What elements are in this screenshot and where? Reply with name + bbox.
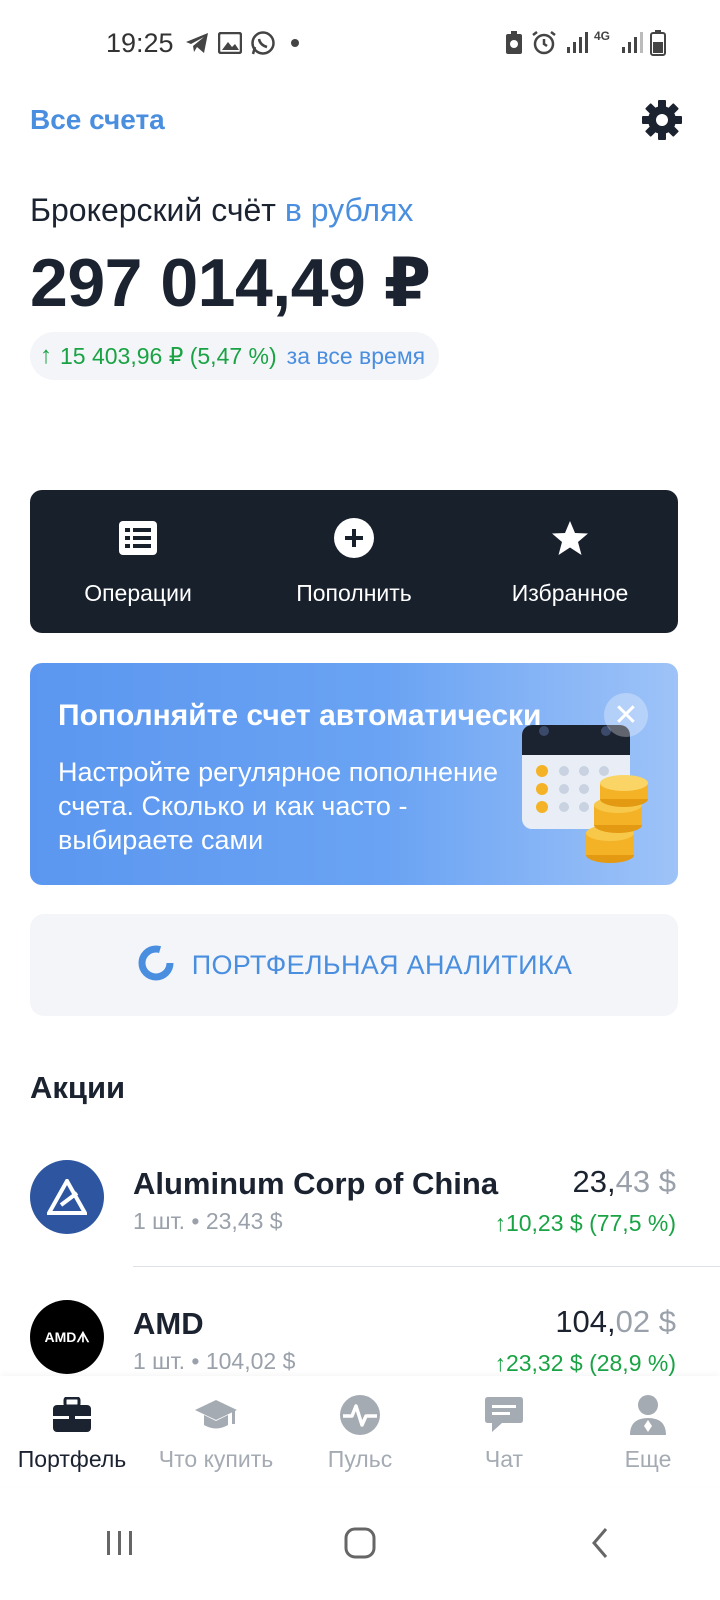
portfolio-analytics-button[interactable]: ПОРТФЕЛЬНАЯ АНАЛИТИКА [30, 914, 678, 1016]
gallery-icon [218, 30, 242, 56]
star-icon [550, 518, 590, 558]
nav-portfolio-label: Портфель [17, 1446, 127, 1472]
nav-portfolio[interactable]: Портфель [0, 1376, 144, 1486]
nav-chat[interactable]: Чат [432, 1376, 576, 1486]
stock-price-int: 104, [555, 1304, 616, 1339]
stock-name: Aluminum Corp of China [133, 1166, 499, 1201]
stock-name: AMD [133, 1306, 204, 1341]
stock-change-value: 23,32 $ (28,9 %) [505, 1350, 676, 1376]
nav-more[interactable]: Еще [576, 1376, 720, 1486]
telegram-icon [184, 30, 210, 56]
portfolio-analytics-label: ПОРТФЕЛЬНАЯ АНАЛИТИКА [191, 949, 573, 980]
stock-price-frac: 02 $ [615, 1304, 676, 1339]
gain-period[interactable]: за все время [287, 343, 425, 370]
amd-logo-text: AMDᗑ [44, 1328, 90, 1345]
signal-icon-2 [620, 30, 644, 56]
arrow-up-icon: ↑ [40, 342, 52, 369]
signal-icon [565, 30, 589, 56]
nav-what-to-buy[interactable]: Что купить [144, 1376, 288, 1486]
nav-chat-label: Чат [484, 1446, 524, 1472]
calendar-coins-illustration [518, 721, 678, 876]
quick-actions: Операции Пополнить Избранное [30, 490, 678, 633]
amd-logo: AMDᗑ [30, 1300, 104, 1374]
dot-icon [290, 30, 300, 56]
stock-change-value: 10,23 $ (77,5 %) [505, 1210, 676, 1236]
recent-apps-icon[interactable] [90, 1513, 150, 1573]
account-type: Брокерский счёт [30, 192, 276, 228]
whatsapp-icon [250, 30, 276, 56]
stock-change: ↑10,23 $ (77,5 %) [494, 1210, 676, 1237]
chat-icon [482, 1394, 526, 1436]
banner-title: Пополняйте счет автоматически [58, 699, 542, 732]
operations-button[interactable]: Операции [30, 490, 246, 633]
bottom-nav: Портфель Что купить Пульс Чат Еще [0, 1376, 720, 1486]
stock-price-int: 23, [572, 1164, 616, 1199]
stock-price: 104,02 $ [555, 1304, 676, 1340]
donut-chart-icon [136, 943, 176, 988]
user-icon [626, 1394, 670, 1436]
stock-price: 23,43 $ [573, 1164, 676, 1200]
account-balance: 297 014,49 ₽ [30, 245, 431, 321]
stocks-section-title: Акции [30, 1070, 126, 1105]
favorites-button[interactable]: Избранное [462, 490, 678, 633]
back-icon[interactable] [570, 1513, 630, 1573]
status-bar: 19:25 4G [0, 0, 720, 90]
nav-pulse[interactable]: Пульс [288, 1376, 432, 1486]
briefcase-icon [50, 1394, 94, 1436]
chalco-logo [30, 1160, 104, 1234]
top-up-button[interactable]: Пополнить [246, 490, 462, 633]
stock-quantity: 1 шт. • 104,02 $ [133, 1348, 296, 1374]
arrow-up-icon: ↑ [494, 1350, 506, 1376]
network-type: 4G [594, 29, 611, 43]
close-icon[interactable]: ✕ [604, 693, 648, 737]
stock-quantity: 1 шт. • 23,43 $ [133, 1208, 283, 1234]
currency-selector[interactable]: в рублях [285, 192, 414, 228]
graduation-cap-icon [194, 1394, 238, 1436]
gear-icon[interactable] [640, 98, 684, 142]
home-icon[interactable] [330, 1513, 390, 1573]
gain-value: 15 403,96 ₽ (5,47 %) [60, 342, 277, 369]
list-icon [118, 518, 158, 558]
banner-text: Настройте регулярное пополнение счета. С… [58, 757, 499, 855]
total-gain-pill[interactable]: ↑ 15 403,96 ₽ (5,47 %) за все время [30, 332, 440, 380]
stock-change: ↑23,32 $ (28,9 %) [494, 1350, 676, 1377]
operations-label: Операции [84, 580, 192, 606]
alarm-icon [531, 30, 557, 56]
account-title: Брокерский счёт в рублях [30, 192, 413, 229]
nav-what-to-buy-label: Что купить [158, 1446, 274, 1472]
nav-more-label: Еще [624, 1446, 672, 1472]
plus-circle-icon [334, 518, 374, 558]
stock-price-frac: 43 $ [615, 1164, 676, 1199]
battery-icon [650, 30, 666, 56]
pulse-icon [338, 1394, 382, 1436]
divider [133, 1266, 720, 1267]
status-time: 19:25 [106, 28, 174, 58]
auto-topup-banner[interactable]: Пополняйте счет автоматически Настройте … [30, 663, 678, 885]
stock-row[interactable]: Aluminum Corp of China 1 шт. • 23,43 $ 2… [0, 1140, 720, 1270]
top-up-label: Пополнить [296, 580, 412, 606]
battery-saver-icon [504, 30, 524, 56]
favorites-label: Избранное [511, 580, 629, 606]
nav-pulse-label: Пульс [327, 1446, 393, 1472]
all-accounts-link[interactable]: Все счета [30, 104, 165, 136]
arrow-up-icon: ↑ [494, 1210, 506, 1236]
system-nav-bar [0, 1486, 720, 1600]
